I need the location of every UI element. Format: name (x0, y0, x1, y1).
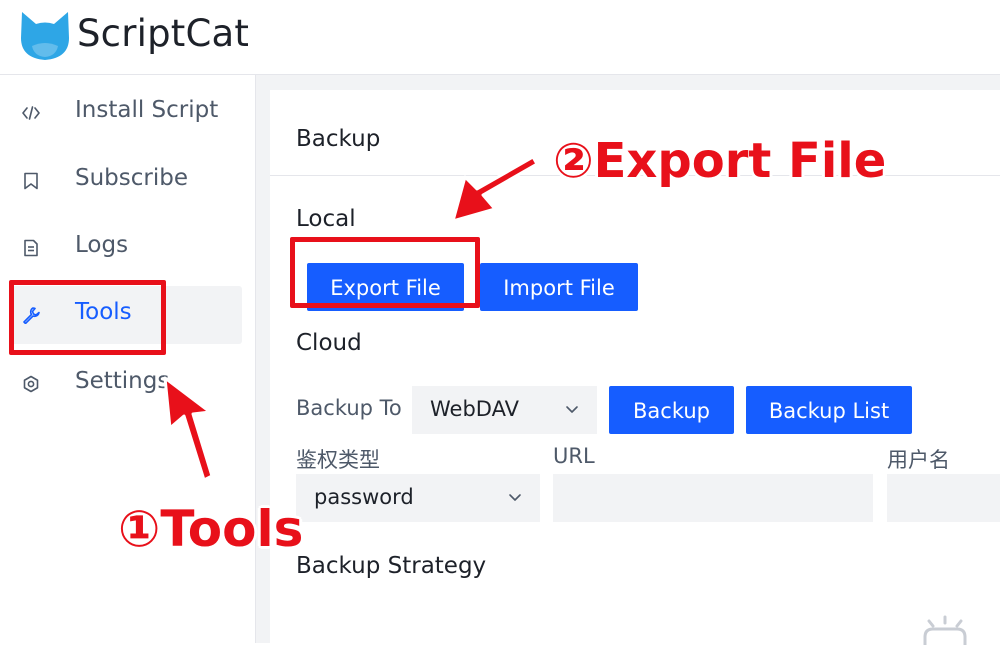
backup-list-button[interactable]: Backup List (746, 386, 912, 434)
card-title: Backup (296, 126, 381, 152)
robot-icon (923, 615, 967, 645)
auth-type-label: 鉴权类型 (296, 448, 380, 472)
tools-highlight-box (9, 280, 166, 355)
backup-button[interactable]: Backup (609, 386, 734, 434)
backup-strategy-title: Backup Strategy (296, 553, 487, 579)
auth-type-select[interactable]: password (296, 474, 540, 522)
username-label: 用户名 (887, 448, 950, 472)
backup-to-select[interactable]: WebDAV (412, 386, 597, 434)
sidebar-item-label: Logs (75, 232, 129, 258)
sidebar-item-logs[interactable]: Logs (10, 219, 242, 277)
sidebar-item-subscribe[interactable]: Subscribe (10, 152, 242, 210)
sidebar-item-install-script[interactable]: Install Script (10, 84, 242, 142)
sidebar-item-label: Settings (75, 368, 170, 394)
username-input[interactable] (887, 474, 1000, 522)
import-file-button[interactable]: Import File (480, 263, 638, 311)
cat-logo-icon (21, 12, 69, 60)
sidebar-item-label: Install Script (75, 97, 219, 123)
chevron-down-icon (509, 494, 521, 501)
bookmark-icon (24, 172, 38, 190)
auth-type-value: password (314, 485, 414, 509)
local-section-title: Local (296, 206, 356, 232)
document-icon (24, 239, 38, 257)
chevron-down-icon (566, 406, 578, 413)
arrow-icon (451, 155, 539, 223)
arrow-icon (163, 376, 214, 481)
url-input[interactable] (553, 474, 873, 522)
export-highlight-box (290, 237, 480, 308)
sidebar-item-label: Subscribe (75, 165, 189, 191)
annotation-step-1: ①Tools (118, 500, 304, 558)
url-label: URL (553, 444, 595, 468)
code-icon (22, 106, 40, 120)
backup-to-value: WebDAV (430, 397, 519, 421)
app-header: ScriptCat (0, 0, 1000, 75)
app-title: ScriptCat (77, 12, 250, 55)
backup-to-label: Backup To (296, 396, 402, 420)
cloud-section-title: Cloud (296, 330, 362, 356)
annotation-step-2: ②Export File (553, 133, 887, 189)
gear-icon (23, 375, 39, 393)
